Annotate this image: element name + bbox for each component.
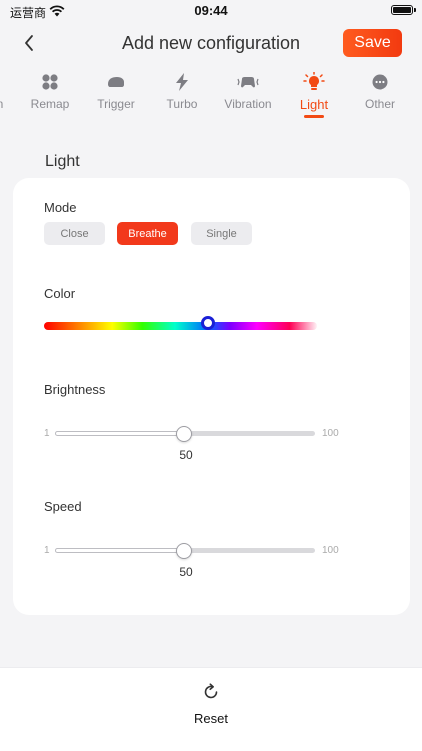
- tab-label: Vibration: [224, 97, 272, 111]
- speed-value: 50: [179, 565, 193, 579]
- tab-light[interactable]: Light: [279, 70, 349, 120]
- brightness-min-label: 1: [44, 428, 50, 439]
- lightning-icon: [147, 73, 217, 91]
- brightness-slider-thumb[interactable]: [176, 426, 192, 442]
- light-settings-card: Mode Close Breathe Single Color Brightne…: [13, 178, 410, 615]
- save-button[interactable]: Save: [343, 29, 402, 57]
- speed-label: Speed: [44, 499, 82, 514]
- speed-min-label: 1: [44, 545, 50, 556]
- brightness-value: 50: [179, 448, 193, 462]
- mode-breathe-button[interactable]: Breathe: [117, 222, 178, 245]
- remap-icon: [15, 73, 85, 91]
- tab-remap[interactable]: Remap: [15, 70, 85, 120]
- mode-single-button[interactable]: Single: [191, 222, 252, 245]
- speed-slider-fill: [55, 548, 185, 553]
- section-title: Light: [45, 153, 80, 170]
- clock: 09:44: [194, 3, 228, 18]
- mode-label: Mode: [44, 200, 77, 215]
- brightness-label: Brightness: [44, 382, 106, 397]
- battery-icon: [391, 5, 416, 15]
- tab-label: Remap: [30, 97, 70, 111]
- brightness-slider-fill: [55, 431, 185, 436]
- navigation-bar: Add new configuration Save: [0, 26, 422, 62]
- trigger-icon: [81, 73, 151, 91]
- more-icon: [345, 73, 415, 91]
- tab-other[interactable]: Other: [345, 70, 415, 120]
- bulb-icon: [279, 72, 349, 91]
- speed-slider-thumb[interactable]: [176, 543, 192, 559]
- color-slider-thumb[interactable]: [201, 316, 215, 330]
- mode-close-button[interactable]: Close: [44, 222, 105, 245]
- tab-label: Other: [364, 97, 395, 111]
- speed-max-label: 100: [322, 545, 339, 556]
- config-tabs: n Remap Trigger Turbo Vibration Light: [0, 70, 422, 120]
- reset-button[interactable]: Reset: [0, 711, 422, 726]
- vibration-icon: [213, 73, 283, 91]
- tab-trigger[interactable]: Trigger: [81, 70, 151, 120]
- color-spectrum-slider[interactable]: [44, 322, 317, 330]
- tab-turbo[interactable]: Turbo: [147, 70, 217, 120]
- tab-vibration[interactable]: Vibration: [213, 70, 283, 120]
- tab-label: Light: [299, 97, 329, 112]
- brightness-max-label: 100: [322, 428, 339, 439]
- color-label: Color: [44, 286, 76, 301]
- tab-label: Trigger: [97, 97, 135, 111]
- active-tab-indicator: [304, 115, 324, 118]
- status-bar: 运营商 09:44: [0, 0, 422, 22]
- reset-icon[interactable]: [202, 683, 220, 701]
- tab-label: Turbo: [166, 97, 198, 111]
- bottom-bar: Reset: [0, 667, 422, 751]
